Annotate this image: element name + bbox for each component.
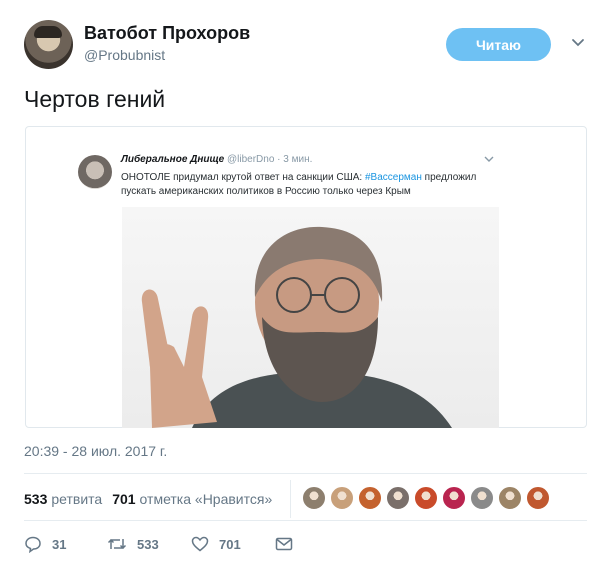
chevron-down-icon	[484, 156, 494, 162]
quoted-author-avatar	[78, 155, 112, 189]
stats-separator	[290, 480, 291, 518]
liker-avatar[interactable]	[386, 486, 410, 510]
tweet-header: Ватобот Прохоров @Probubnist Читаю	[24, 20, 594, 72]
retweet-count: 533	[137, 536, 159, 552]
hashtag-link: #Вассерман	[365, 172, 422, 183]
chevron-down-icon[interactable]	[570, 34, 586, 50]
liker-avatar[interactable]	[330, 486, 354, 510]
reply-icon	[25, 536, 41, 553]
likers-avatar-list	[302, 486, 554, 510]
like-button[interactable]: 701	[191, 535, 275, 553]
quoted-author-name: Либеральное Днище	[121, 154, 225, 165]
liker-avatar[interactable]	[358, 486, 382, 510]
quoted-tweet-card[interactable]: Либеральное Днище @liberDno · 3 мин. ОНО…	[25, 126, 587, 428]
heart-icon	[191, 536, 209, 552]
author-avatar[interactable]	[24, 20, 73, 69]
quoted-time: · 3 мин.	[277, 154, 313, 165]
divider	[24, 473, 587, 474]
liker-avatar[interactable]	[470, 486, 494, 510]
retweets-stat[interactable]: 533 ретвита	[24, 491, 102, 507]
tweet-timestamp[interactable]: 20:39 - 28 июл. 2017 г.	[24, 443, 167, 459]
quoted-photo	[122, 207, 499, 428]
retweet-button[interactable]: 533	[107, 535, 191, 553]
liker-avatar[interactable]	[442, 486, 466, 510]
quoted-text: ОНОТОЛЕ придумал крутой ответ на санкции…	[121, 172, 477, 197]
tweet-text: Чертов гений	[24, 86, 166, 112]
liker-avatar[interactable]	[526, 486, 550, 510]
like-count: 701	[219, 536, 241, 552]
divider	[24, 520, 587, 521]
liker-avatar[interactable]	[414, 486, 438, 510]
follow-button[interactable]: Читаю	[446, 28, 551, 61]
envelope-icon	[275, 537, 293, 551]
tweet-stats: 533 ретвита 701 отметка «Нравится»	[24, 480, 282, 518]
retweet-icon	[107, 538, 127, 550]
author-name[interactable]: Ватобот Прохоров	[84, 23, 250, 44]
liker-avatar[interactable]	[498, 486, 522, 510]
quoted-author-handle: @liberDno	[226, 154, 275, 165]
quoted-header: Либеральное Днище @liberDno · 3 мин.	[121, 154, 312, 165]
tweet-actions: 31 533 701	[24, 532, 303, 556]
author-handle[interactable]: @Probubnist	[84, 47, 165, 63]
liker-avatar[interactable]	[302, 486, 326, 510]
direct-message-button[interactable]	[275, 536, 303, 552]
reply-button[interactable]: 31	[24, 535, 107, 553]
reply-count: 31	[52, 536, 67, 552]
likes-stat[interactable]: 701 отметка «Нравится»	[112, 491, 272, 507]
